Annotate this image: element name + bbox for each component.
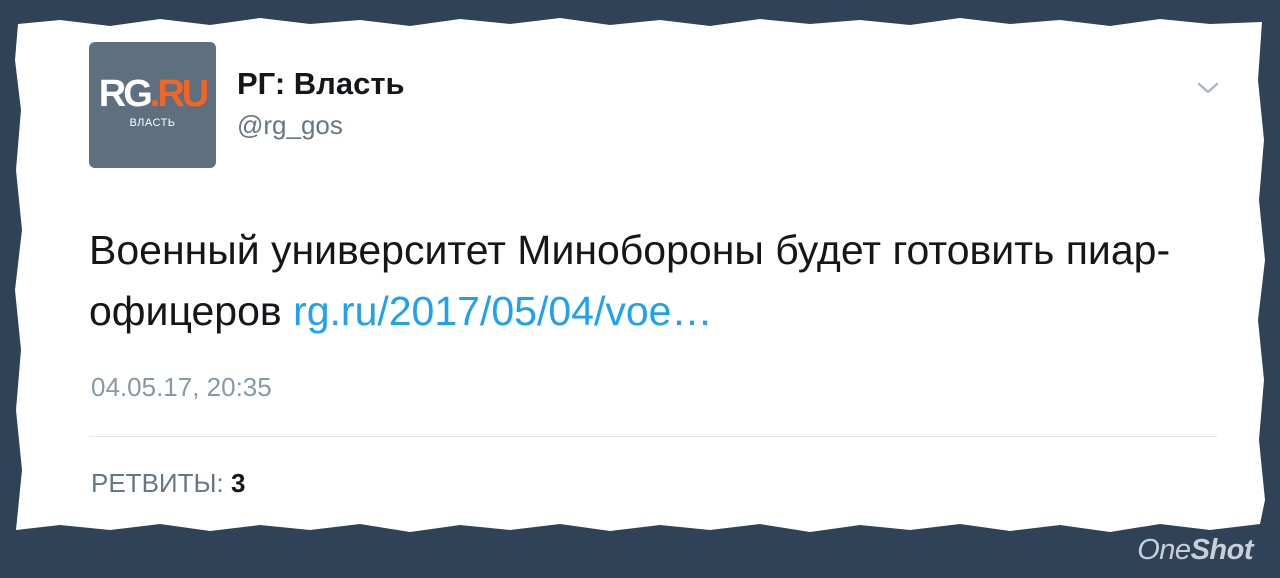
- logo-rg-text: RG: [98, 73, 153, 115]
- divider: [89, 436, 1217, 437]
- retweets-label: РЕТВИТЫ:: [91, 468, 224, 498]
- retweets-stat[interactable]: РЕТВИТЫ: 3: [91, 468, 245, 499]
- watermark-logo: OneShot: [1137, 534, 1253, 567]
- logo-ru-text: .RU: [149, 73, 209, 115]
- author-display-name[interactable]: РГ: Власть: [237, 66, 405, 102]
- watermark-shot: Shot: [1190, 534, 1254, 566]
- logo-subtitle: ВЛАСТЬ: [129, 117, 176, 129]
- retweets-count: 3: [230, 468, 246, 498]
- avatar[interactable]: RG.RU ВЛАСТЬ: [89, 42, 216, 168]
- author-handle[interactable]: @rg_gos: [237, 110, 343, 141]
- watermark-one: One: [1137, 534, 1191, 566]
- screenshot-stage: RG.RU ВЛАСТЬ РГ: Власть @rg_gos Военный …: [0, 0, 1280, 578]
- avatar-logo: RG.RU: [98, 73, 209, 115]
- tweet-link[interactable]: rg.ru/2017/05/04/voe…: [293, 288, 712, 334]
- tweet-timestamp[interactable]: 04.05.17, 20:35: [91, 372, 272, 403]
- tweet-text: Военный университет Минобороны будет гот…: [89, 220, 1219, 342]
- chevron-down-icon[interactable]: [1196, 78, 1220, 98]
